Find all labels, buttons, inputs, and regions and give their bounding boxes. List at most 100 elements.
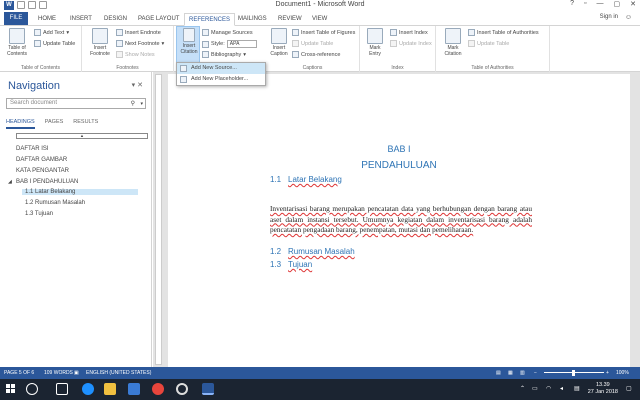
insert-index-button[interactable]: Insert Index bbox=[390, 29, 428, 36]
windows-start-icon[interactable] bbox=[6, 384, 16, 394]
window-title: Document1 - Microsoft Word bbox=[275, 1, 365, 8]
caption-icon bbox=[271, 28, 287, 44]
search-document-input[interactable]: Search document ⚲ ▾ bbox=[6, 98, 146, 109]
group-label: Captions bbox=[302, 65, 323, 71]
style-dropdown[interactable]: APA bbox=[226, 40, 257, 48]
insert-table-of-authorities-button[interactable]: Insert Table of Authorities bbox=[468, 29, 539, 36]
tab-page-layout[interactable]: PAGE LAYOUT bbox=[134, 13, 183, 26]
navigation-tabs: HEADINGS PAGES RESULTS bbox=[6, 119, 98, 129]
zoom-in-button[interactable]: + bbox=[606, 367, 609, 379]
group-label: Table of Contents bbox=[21, 65, 60, 71]
tab-references[interactable]: REFERENCES bbox=[184, 13, 236, 26]
scroll-to-top-bar[interactable]: ▲ bbox=[16, 133, 148, 139]
web-layout-icon[interactable]: ▥ bbox=[520, 367, 525, 379]
help-button[interactable]: ? bbox=[570, 0, 574, 8]
heading-item[interactable]: KATA PENGANTAR bbox=[16, 168, 69, 174]
insert-caption-button[interactable]: Insert Caption bbox=[268, 28, 290, 57]
tab-design[interactable]: DESIGN bbox=[100, 13, 131, 26]
pane-menu-icon[interactable]: ▾ bbox=[132, 82, 136, 89]
clock[interactable]: 13.39 27 Jan 2018 bbox=[588, 382, 618, 396]
next-footnote-icon bbox=[116, 40, 123, 47]
tab-results[interactable]: RESULTS bbox=[73, 119, 98, 129]
battery-icon[interactable]: ▭ bbox=[532, 385, 538, 392]
heading-item-selected[interactable]: 1.1 Latar Belakang bbox=[22, 189, 138, 195]
update-index-icon bbox=[390, 40, 397, 47]
insert-citation-menu: Add New Source... Add New Placeholder... bbox=[176, 62, 266, 86]
network-icon[interactable]: ◠ bbox=[546, 385, 551, 392]
mark-citation-button[interactable]: Mark Citation bbox=[440, 28, 466, 57]
collapse-triangle-icon[interactable]: ◢ bbox=[8, 179, 12, 185]
page-count[interactable]: PAGE 5 OF 6 bbox=[4, 367, 34, 379]
tab-file[interactable]: FILE bbox=[4, 12, 28, 25]
chrome-icon[interactable] bbox=[152, 383, 164, 395]
app-icon[interactable] bbox=[176, 383, 188, 395]
heading-item[interactable]: DAFTAR GAMBAR bbox=[16, 157, 67, 163]
tab-pages[interactable]: PAGES bbox=[45, 119, 64, 129]
notifications-icon[interactable]: ▢ bbox=[626, 385, 632, 392]
mark-entry-button[interactable]: Mark Entry bbox=[364, 28, 386, 57]
insert-index-icon bbox=[390, 29, 397, 36]
insert-citation-button[interactable]: Insert Citation bbox=[176, 26, 200, 64]
update-authorities-button[interactable]: Update Table bbox=[468, 40, 509, 47]
table-of-contents-button[interactable]: Table of Contents bbox=[3, 28, 31, 57]
bibliography-button[interactable]: Bibliography ▾ bbox=[202, 51, 246, 58]
search-options-icon[interactable]: ▾ bbox=[140, 100, 143, 109]
tab-mailings[interactable]: MAILINGS bbox=[234, 13, 271, 26]
heading-item[interactable]: BAB I PENDAHULUAN bbox=[16, 179, 78, 185]
zoom-level[interactable]: 100% bbox=[616, 367, 629, 379]
read-mode-icon[interactable]: ▤ bbox=[496, 367, 501, 379]
edge-icon[interactable] bbox=[82, 383, 94, 395]
task-view-icon[interactable] bbox=[56, 383, 68, 395]
add-text-button[interactable]: Add Text ▾ bbox=[34, 29, 69, 36]
close-button[interactable]: ✕ bbox=[630, 0, 636, 8]
word-count[interactable]: 109 WORDS bbox=[44, 367, 73, 379]
insert-footnote-button[interactable]: Insert Footnote bbox=[86, 28, 114, 57]
tab-insert[interactable]: INSERT bbox=[66, 13, 96, 26]
tab-headings[interactable]: HEADINGS bbox=[6, 119, 35, 129]
tab-view[interactable]: VIEW bbox=[308, 13, 331, 26]
update-icon bbox=[292, 40, 299, 47]
show-notes-button[interactable]: Show Notes bbox=[116, 51, 155, 58]
heading-item[interactable]: 1.2 Rumusan Masalah bbox=[25, 200, 85, 206]
feedback-smiley-icon[interactable]: ☺ bbox=[625, 14, 632, 21]
ribbon-display-button[interactable]: ▫ bbox=[584, 0, 586, 8]
volume-icon[interactable]: ◂ bbox=[560, 385, 563, 392]
store-icon[interactable] bbox=[128, 383, 140, 395]
next-footnote-button[interactable]: Next Footnote ▾ bbox=[116, 40, 164, 47]
show-notes-icon bbox=[116, 51, 123, 58]
print-layout-icon[interactable]: ▦ bbox=[508, 367, 513, 379]
close-pane-icon[interactable]: ✕ bbox=[137, 82, 143, 89]
tab-home[interactable]: HOME bbox=[34, 13, 60, 26]
style-selector[interactable]: Style: APA bbox=[202, 40, 257, 48]
add-text-icon bbox=[34, 29, 41, 36]
zoom-out-button[interactable]: − bbox=[534, 367, 537, 379]
zoom-slider-thumb[interactable] bbox=[572, 370, 575, 376]
language-status[interactable]: ENGLISH (UNITED STATES) bbox=[86, 367, 151, 379]
file-explorer-icon[interactable] bbox=[104, 383, 116, 395]
group-captions: Insert Caption Insert Table of Figures U… bbox=[266, 26, 360, 72]
tray-chevron-icon[interactable]: ⌃ bbox=[520, 385, 525, 392]
document-page[interactable]: BAB I PENDAHULUAN 1.1 Latar Belakang Inve… bbox=[168, 74, 630, 367]
tab-review[interactable]: REVIEW bbox=[274, 13, 306, 26]
word-taskbar-icon[interactable] bbox=[202, 383, 214, 395]
update-index-button[interactable]: Update Index bbox=[390, 40, 432, 47]
heading-item[interactable]: 1.3 Tujuan bbox=[25, 211, 53, 217]
proofing-icon[interactable]: ▣ bbox=[74, 367, 79, 379]
maximize-button[interactable]: ▢ bbox=[614, 0, 621, 8]
insert-endnote-button[interactable]: Insert Endnote bbox=[116, 29, 161, 36]
update-table-button[interactable]: Update Table bbox=[34, 40, 75, 47]
mark-citation-icon bbox=[445, 28, 461, 44]
sign-in-link[interactable]: Sign in bbox=[600, 14, 618, 20]
insert-table-of-figures-button[interactable]: Insert Table of Figures bbox=[292, 29, 355, 36]
ribbon-tabs: FILE HOME INSERT DESIGN PAGE LAYOUT REFE… bbox=[0, 11, 640, 26]
manage-sources-button[interactable]: Manage Sources bbox=[202, 29, 253, 36]
cortana-icon[interactable] bbox=[26, 383, 38, 395]
heading-item[interactable]: DAFTAR ISI bbox=[16, 146, 49, 152]
keyboard-icon[interactable]: ▤ bbox=[574, 385, 580, 392]
add-new-placeholder-item[interactable]: Add New Placeholder... bbox=[177, 74, 265, 85]
update-figures-table-button[interactable]: Update Table bbox=[292, 40, 333, 47]
minimize-button[interactable]: — bbox=[597, 0, 604, 8]
add-new-source-item[interactable]: Add New Source... bbox=[177, 63, 265, 74]
search-icon[interactable]: ⚲ bbox=[131, 100, 135, 109]
cross-reference-button[interactable]: Cross-reference bbox=[292, 51, 340, 58]
